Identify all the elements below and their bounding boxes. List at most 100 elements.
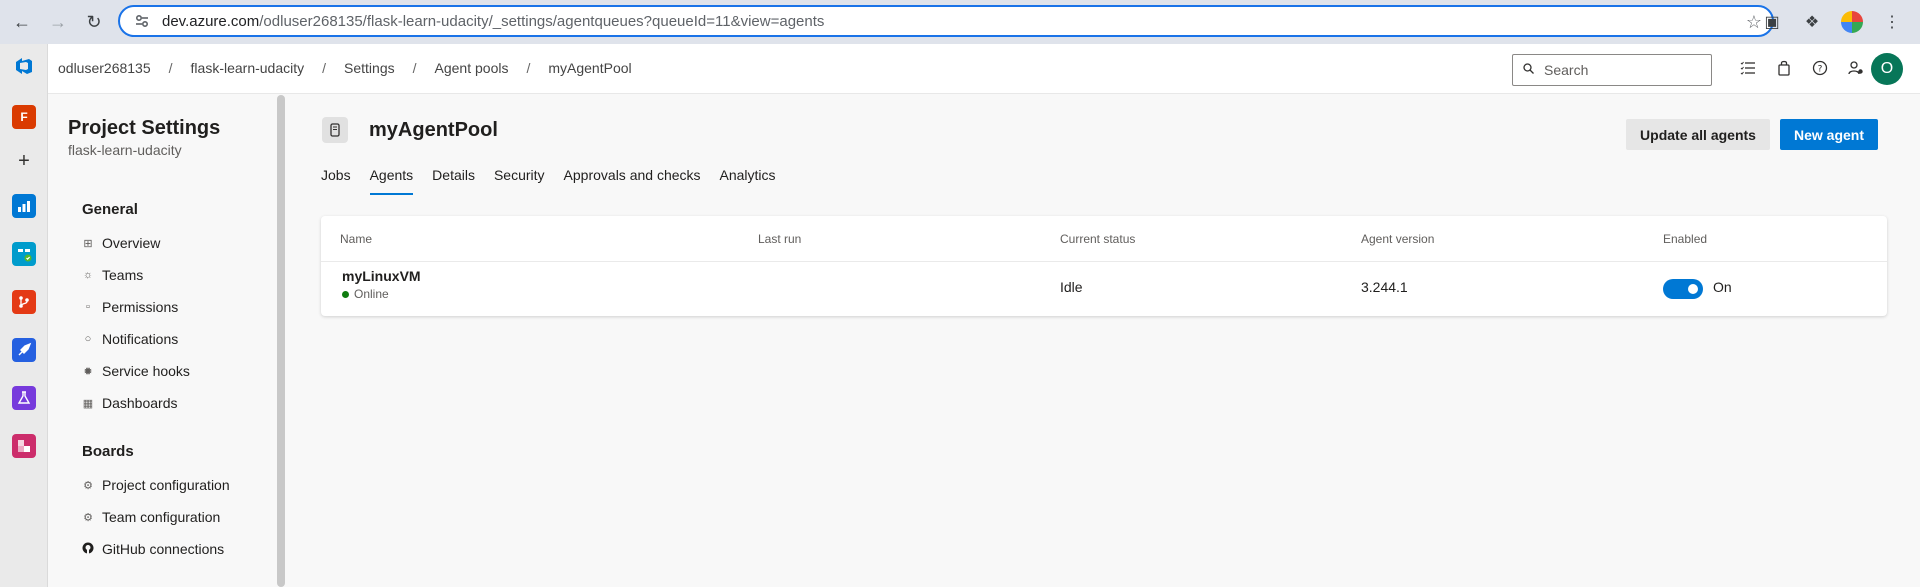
breadcrumb-settings[interactable]: Settings — [344, 60, 395, 76]
pipelines-icon[interactable] — [12, 338, 36, 362]
user-settings-icon[interactable] — [1846, 56, 1866, 80]
artifacts-icon[interactable] — [12, 434, 36, 458]
breadcrumb-separator: / — [412, 60, 417, 76]
browser-toolbar: ← → ↻ dev.azure.com/odluser268135/flask-… — [0, 0, 1920, 44]
new-agent-button[interactable]: New agent — [1780, 119, 1878, 150]
settings-project-name: flask-learn-udacity — [68, 142, 182, 158]
profile-icon[interactable] — [1838, 8, 1866, 36]
nav-item-team-configuration[interactable]: ⚙ Team configuration — [82, 505, 220, 529]
agent-pool-icon — [322, 117, 348, 143]
github-icon — [82, 542, 94, 557]
nav-item-service-hooks[interactable]: ✹ Service hooks — [82, 359, 190, 383]
nav-item-label: Service hooks — [102, 363, 190, 379]
search-icon — [1523, 63, 1534, 77]
tab-details[interactable]: Details — [432, 167, 475, 195]
settings-sidebar: Project Settings flask-learn-udacity Gen… — [48, 95, 276, 587]
forward-icon[interactable]: → — [44, 8, 72, 36]
agent-enabled-toggle[interactable] — [1663, 279, 1703, 299]
online-status-label: Online — [354, 287, 389, 301]
online-status-dot-icon — [342, 290, 349, 298]
add-icon[interactable]: + — [12, 149, 36, 173]
breadcrumb-separator: / — [526, 60, 531, 76]
agents-table: Name Last run Current status Agent versi… — [321, 216, 1887, 316]
agent-version: 3.244.1 — [1361, 279, 1408, 295]
team-config-icon: ⚙ — [83, 511, 93, 524]
table-header-divider — [321, 261, 1887, 262]
topnav-actions: ? — [1738, 56, 1866, 80]
azure-devops-logo-icon[interactable] — [12, 54, 36, 78]
tab-jobs[interactable]: Jobs — [321, 167, 351, 195]
dashboard-icon: ▦ — [82, 397, 94, 410]
test-plans-icon[interactable] — [12, 386, 36, 410]
browser-menu-icon[interactable]: ⋮ — [1878, 8, 1906, 36]
work-items-icon[interactable] — [1738, 56, 1758, 80]
back-icon[interactable]: ← — [8, 8, 36, 36]
column-header-last-run[interactable]: Last run — [758, 232, 801, 246]
breadcrumb-project[interactable]: flask-learn-udacity — [191, 60, 305, 76]
nav-item-label: GitHub connections — [102, 541, 225, 557]
search-placeholder: Search — [1544, 62, 1589, 78]
plug-icon: ✹ — [83, 365, 93, 378]
nav-item-label: Notifications — [102, 331, 179, 347]
pool-tabs: Jobs Agents Details Security Approvals a… — [321, 167, 795, 195]
nav-item-label: Teams — [102, 267, 144, 283]
sidebar-scrollbar[interactable] — [277, 95, 285, 587]
marketplace-icon[interactable] — [1774, 56, 1794, 80]
main-content: myAgentPool Update all agents New agent … — [286, 95, 1920, 587]
column-header-current-status[interactable]: Current status — [1060, 232, 1135, 246]
breadcrumb: odluser268135 / flask-learn-udacity / Se… — [58, 60, 632, 76]
nav-group-boards: Boards — [82, 443, 134, 460]
breadcrumb-separator: / — [322, 60, 327, 76]
extensions-icon[interactable]: ❖ — [1798, 8, 1826, 36]
url-path: /odluser268135/flask-learn-udacity/_sett… — [259, 12, 825, 30]
nav-group-general: General — [82, 201, 138, 218]
nav-item-label: Dashboards — [102, 395, 178, 411]
product-rail: F + — [0, 44, 48, 587]
search-input[interactable]: Search — [1512, 54, 1712, 86]
repos-icon[interactable] — [12, 290, 36, 314]
screen-capture-icon[interactable]: ▣ — [1758, 8, 1786, 36]
nav-item-dashboards[interactable]: ▦ Dashboards — [82, 391, 178, 415]
lock-icon: ▫ — [86, 301, 90, 313]
agent-current-status: Idle — [1060, 279, 1083, 295]
column-header-name[interactable]: Name — [340, 232, 372, 246]
nav-item-permissions[interactable]: ▫ Permissions — [82, 295, 178, 319]
help-icon[interactable]: ? — [1810, 56, 1830, 80]
svg-text:?: ? — [1818, 65, 1823, 75]
overview-grid-icon: ⊞ — [83, 237, 93, 250]
nav-item-notifications[interactable]: ○ Notifications — [82, 327, 179, 351]
tab-security[interactable]: Security — [494, 167, 545, 195]
site-settings-icon[interactable] — [132, 11, 152, 31]
column-header-enabled[interactable]: Enabled — [1663, 232, 1707, 246]
overview-icon[interactable] — [12, 194, 36, 218]
tab-analytics[interactable]: Analytics — [720, 167, 776, 195]
nav-item-label: Permissions — [102, 299, 179, 315]
breadcrumb-agent-pools[interactable]: Agent pools — [435, 60, 509, 76]
reload-icon[interactable]: ↻ — [80, 8, 108, 36]
nav-item-label: Overview — [102, 235, 161, 251]
nav-item-github-connections[interactable]: GitHub connections — [82, 537, 224, 561]
breadcrumb-separator: / — [168, 60, 173, 76]
breadcrumb-organization[interactable]: odluser268135 — [58, 60, 151, 76]
boards-icon[interactable] — [12, 242, 36, 266]
nav-item-overview[interactable]: ⊞ Overview — [82, 231, 160, 255]
breadcrumb-agent-pool[interactable]: myAgentPool — [548, 60, 631, 76]
settings-title: Project Settings — [68, 117, 221, 139]
chat-bubble-icon: ○ — [84, 333, 92, 345]
page-title: myAgentPool — [369, 119, 498, 141]
nav-item-teams[interactable]: ☼ Teams — [82, 263, 143, 287]
toggle-knob — [1688, 284, 1698, 294]
tab-approvals-and-checks[interactable]: Approvals and checks — [564, 167, 701, 195]
update-all-agents-button[interactable]: Update all agents — [1626, 119, 1770, 150]
address-bar[interactable]: dev.azure.com/odluser268135/flask-learn-… — [118, 5, 1774, 37]
agent-enabled-label: On — [1713, 279, 1732, 295]
project-config-icon: ⚙ — [83, 479, 93, 492]
browser-actions: ▣ ❖ ⋮ — [1758, 8, 1906, 36]
top-navigation: odluser268135 / flask-learn-udacity / Se… — [48, 44, 1920, 94]
user-avatar[interactable]: O — [1871, 53, 1903, 85]
project-avatar[interactable]: F — [12, 105, 36, 129]
column-header-agent-version[interactable]: Agent version — [1361, 232, 1434, 246]
agent-name[interactable]: myLinuxVM — [342, 268, 421, 284]
nav-item-project-configuration[interactable]: ⚙ Project configuration — [82, 473, 230, 497]
tab-agents[interactable]: Agents — [369, 167, 414, 195]
